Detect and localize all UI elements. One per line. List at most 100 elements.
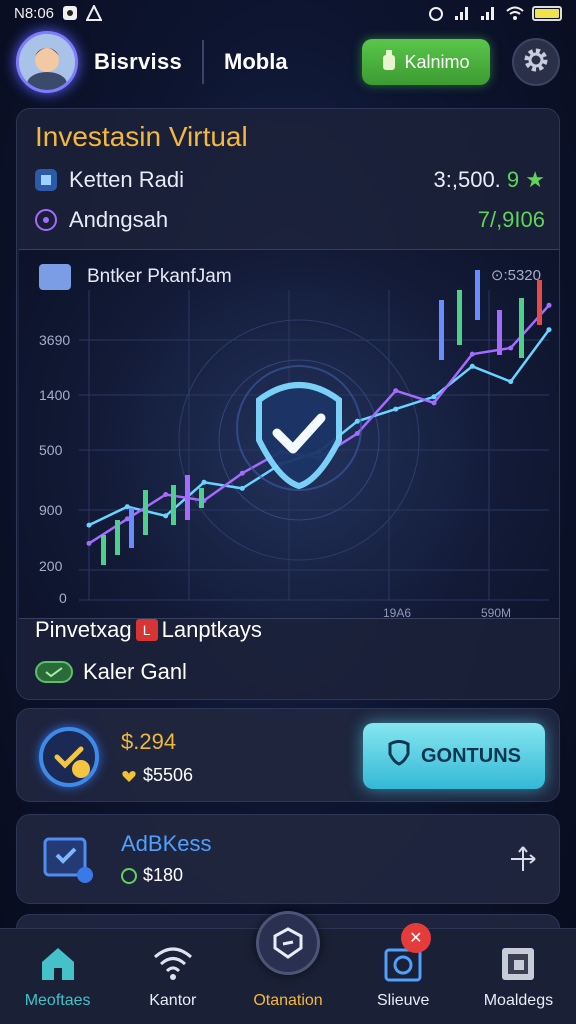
- nav-label: Kantor: [149, 992, 197, 1009]
- chart-point: [354, 431, 360, 436]
- header-action-label: Kalnimo: [404, 51, 470, 72]
- chart-point: [469, 363, 475, 369]
- chart-point: [469, 351, 475, 357]
- stat-row-1-value: 3:,500. 9 ★: [434, 167, 545, 193]
- gear-icon: [521, 45, 551, 80]
- nav-label: Slieuve: [376, 992, 430, 1009]
- nav-label: Meoftaes: [24, 992, 91, 1009]
- portfolio-label: Pinvetxag L Lanptkays: [35, 617, 262, 643]
- chart-point: [239, 485, 245, 491]
- header: Bisrviss Mobla Kalnimo: [16, 30, 560, 94]
- balance-sub-value: $5506: [143, 765, 194, 785]
- shield-icon: [41, 831, 97, 887]
- chart-point: [546, 327, 552, 333]
- settings-button[interactable]: [512, 38, 560, 86]
- x-tick: 590M: [481, 606, 512, 619]
- toggle-row[interactable]: Kaler Ganl: [35, 659, 187, 685]
- status-time: N8:06: [14, 4, 55, 22]
- y-tick: 900: [39, 502, 63, 518]
- chart-svg: [79, 270, 552, 601]
- y-tick: 3690: [39, 332, 71, 348]
- header-action-button[interactable]: Kalnimo: [362, 39, 490, 85]
- y-tick: 0: [59, 590, 67, 606]
- stat-row-2-value: 7/,9I06: [477, 207, 545, 232]
- chart-point: [546, 302, 552, 308]
- stat-row-1-label: Ketten Radi: [69, 167, 184, 192]
- alarm-icon: [428, 5, 444, 21]
- stat-row-2-label: Andngsah: [69, 207, 169, 232]
- chart-point: [163, 492, 169, 497]
- header-title: Bisrviss: [94, 49, 183, 74]
- alert-icon: [85, 3, 103, 21]
- portfolio-label-b: Lanptkays: [161, 617, 262, 642]
- nav-label: Moaldegs: [483, 992, 554, 1009]
- y-tick: 200: [39, 558, 63, 574]
- bottle-icon: [382, 49, 396, 75]
- portfolio-label-a: Pinvetxag: [35, 617, 132, 642]
- status-bar: N8:06: [0, 0, 576, 26]
- signal-icon: [454, 5, 470, 21]
- bottom-nav: Meoftaes Kantor Otanation ✕ Slieuve Moal…: [0, 911, 576, 1024]
- heart-icon: [121, 768, 137, 784]
- toggle-label: Kaler Ganl: [83, 659, 187, 684]
- chart-point: [354, 418, 360, 424]
- chart-point: [508, 345, 514, 351]
- chart-point: [86, 522, 92, 528]
- continue-label: GONTUNS: [421, 744, 521, 767]
- continue-button[interactable]: GONTUNS: [363, 723, 545, 789]
- header-subtitle: Mobla: [224, 49, 288, 74]
- chart-point: [393, 406, 399, 412]
- access-sub: $180: [121, 865, 183, 886]
- wallet-icon: [497, 942, 539, 984]
- chart-point: [393, 388, 399, 394]
- nav-item-slieuve[interactable]: ✕ Slieuve: [346, 923, 461, 1024]
- check-circle-icon: [121, 867, 137, 884]
- nav-label: Otanation: [253, 992, 323, 1009]
- check-shield-icon: [236, 365, 362, 491]
- chart-point: [163, 513, 169, 519]
- access-sub-value: $180: [143, 865, 184, 885]
- nav-item-home[interactable]: Meoftaes: [0, 929, 115, 1024]
- nav-item-center[interactable]: Otanation: [230, 911, 345, 1024]
- balance-sub: $5506: [121, 765, 193, 786]
- x-tick: 19A6: [383, 606, 412, 619]
- photo-icon: [62, 5, 78, 21]
- toggle-icon[interactable]: [35, 661, 73, 683]
- coin-icon: [39, 727, 99, 787]
- wifi-icon: [506, 5, 524, 21]
- nav-item-kantor[interactable]: Kantor: [115, 929, 230, 1024]
- signal-icon: [480, 5, 496, 21]
- y-tick: 500: [39, 442, 63, 458]
- chart-box-icon: [35, 169, 57, 191]
- chart-point: [431, 394, 437, 400]
- header-divider: [202, 40, 205, 84]
- move-icon[interactable]: [509, 845, 537, 873]
- chart-point: [431, 400, 437, 406]
- chart-point: [508, 379, 514, 385]
- portfolio-badge: L: [135, 619, 158, 641]
- balance-amount: $.294: [121, 729, 177, 754]
- stat-row-1: Ketten Radi 3:,500. 9 ★: [35, 167, 545, 193]
- eye-icon: [35, 209, 57, 231]
- chart-point: [86, 540, 92, 546]
- investment-card: Investasin Virtual Ketten Radi 3:,500. 9…: [16, 108, 560, 700]
- access-title: AdBKess: [121, 831, 212, 856]
- nav-item-moaldegs[interactable]: Moaldegs: [461, 929, 576, 1024]
- card-title: Investasin Virtual: [35, 121, 248, 152]
- stat-row-1-number: 3:,500.: [433, 167, 501, 192]
- stat-row-2: Andngsah 7/,9I06: [35, 207, 545, 233]
- stat-row-1-change: 9 ★: [506, 167, 545, 192]
- wifi-icon: [152, 942, 194, 984]
- access-card[interactable]: AdBKess $180: [16, 814, 560, 904]
- notification-badge[interactable]: ✕: [400, 923, 431, 953]
- chart-point: [239, 470, 245, 476]
- chart-area[interactable]: Bntker PkanfJam ⊙:5320 3690 1400 500 900…: [19, 249, 559, 619]
- battery-icon: [532, 5, 562, 21]
- shield-outline-icon: [387, 740, 411, 772]
- chart-point: [201, 479, 207, 485]
- avatar[interactable]: [16, 31, 78, 93]
- y-tick: 1400: [39, 387, 71, 403]
- shield-icon: [256, 911, 320, 975]
- balance-card: $.294 $5506 GONTUNS: [16, 708, 560, 802]
- home-icon: [37, 942, 79, 984]
